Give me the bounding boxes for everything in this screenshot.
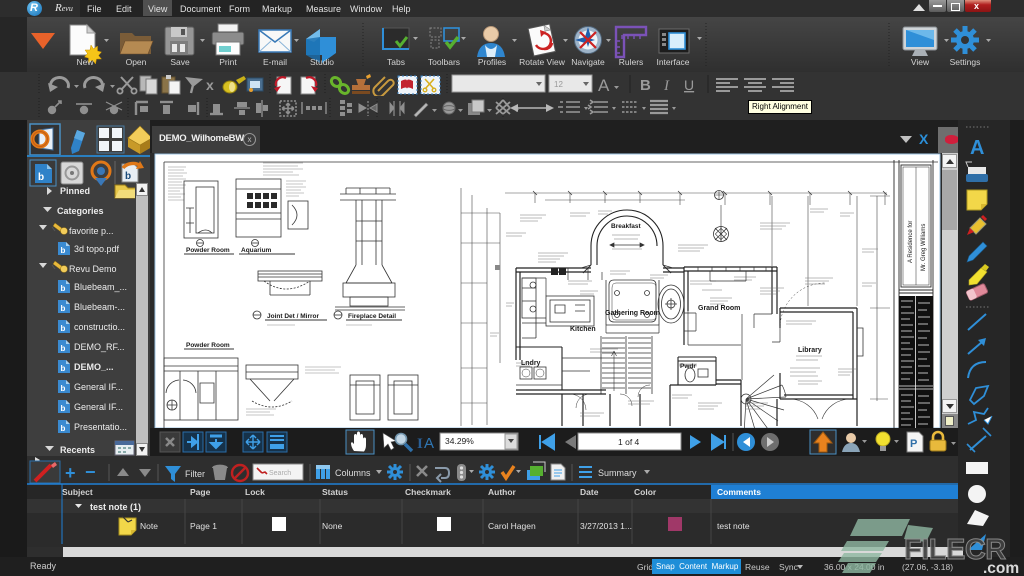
svg-text:b: b [61,384,66,393]
svg-text:A: A [970,137,984,159]
svg-text:Checkmark: Checkmark [405,487,451,497]
svg-text:b: b [38,172,44,183]
svg-text:Tabs: Tabs [387,57,405,67]
svg-text:Filter: Filter [185,469,205,479]
svg-text:U: U [684,77,694,93]
svg-text:Categories: Categories [57,206,104,216]
svg-text:test note (1): test note (1) [90,502,141,512]
svg-text:Rulers: Rulers [619,57,644,67]
svg-text:Subject: Subject [62,487,93,497]
svg-text:General IF...: General IF... [74,402,123,412]
svg-text:Print: Print [219,57,237,67]
svg-text:View: View [911,57,930,67]
svg-text:Mr. Greg Williams: Mr. Greg Williams [921,224,927,271]
svg-text:Color: Color [634,487,657,497]
svg-text:Date: Date [580,487,599,497]
svg-text:Gathering Room: Gathering Room [605,310,660,317]
svg-text:Bluebeam_...: Bluebeam_... [74,282,127,292]
svg-text:Summary: Summary [598,468,637,478]
svg-text:1 of 4: 1 of 4 [618,437,640,447]
svg-text:3d topo.pdf: 3d topo.pdf [74,244,120,254]
svg-text:Save: Save [170,57,190,67]
svg-text:Joint Det / Mirror: Joint Det / Mirror [267,313,319,320]
svg-text:b: b [61,404,66,413]
svg-text:b: b [61,284,66,293]
svg-text:Library: Library [798,347,822,354]
svg-text:b: b [61,324,66,333]
svg-text:b: b [61,344,66,353]
svg-text:Search: Search [269,470,291,477]
svg-text:Aquarium: Aquarium [241,247,272,254]
svg-text:General IF...: General IF... [74,382,123,392]
svg-text:−: − [85,462,96,482]
svg-text:Bluebeam-...: Bluebeam-... [74,302,125,312]
svg-text:test note: test note [717,521,750,531]
svg-text:Page 1: Page 1 [190,521,217,531]
svg-text:Lock: Lock [245,487,265,497]
svg-text:Studio: Studio [310,57,334,67]
svg-text:Profiles: Profiles [478,57,506,67]
svg-text:Status: Status [322,487,348,497]
svg-text:Settings: Settings [950,57,981,67]
svg-text:.com: .com [983,560,1019,576]
svg-text:favorite p...: favorite p... [69,226,114,236]
svg-text:b: b [61,246,66,255]
svg-text:Fireplace Detail: Fireplace Detail [348,313,396,320]
svg-text:3/27/2013 1...: 3/27/2013 1... [580,521,632,531]
svg-text:Page: Page [190,487,211,497]
svg-text:A: A [598,76,610,95]
svg-text:New: New [76,57,94,67]
svg-text:A: A [424,435,434,452]
svg-text:B: B [640,77,651,94]
svg-text:Interface: Interface [656,57,689,67]
svg-text:A Residence for: A Residence for [908,221,914,263]
svg-text:Kitchen: Kitchen [570,326,596,333]
svg-text:Columns: Columns [335,468,371,478]
svg-text:Comments: Comments [717,487,761,497]
svg-text:I: I [417,436,423,452]
svg-text:None: None [322,521,343,531]
svg-text:constructio...: constructio... [74,322,125,332]
svg-text:34.29%: 34.29% [445,436,474,446]
svg-text:b: b [125,171,131,182]
svg-text:Grand Room: Grand Room [698,305,740,312]
svg-text:+: + [65,463,76,483]
svg-text:Note: Note [140,521,158,531]
svg-text:b: b [61,304,66,313]
svg-text:Toolbars: Toolbars [428,57,460,67]
svg-text:Powder Room: Powder Room [186,342,230,349]
svg-text:Rotate View: Rotate View [519,57,566,67]
svg-text:I: I [663,78,670,94]
svg-text:Carol Hagen: Carol Hagen [488,521,536,531]
svg-text:Presentatio...: Presentatio... [74,422,127,432]
svg-text:P: P [910,438,917,450]
svg-text:Open: Open [126,57,147,67]
svg-text:Breakfast: Breakfast [611,223,641,230]
svg-text:Pinned: Pinned [60,186,90,196]
svg-text:DEMO_...: DEMO_... [74,362,114,372]
svg-text:DEMO_RF...: DEMO_RF... [74,342,125,352]
svg-text:Author: Author [488,487,517,497]
svg-text:Recents: Recents [60,445,95,455]
svg-text:E-mail: E-mail [263,57,287,67]
svg-text:12: 12 [554,80,563,89]
svg-text:Navigate: Navigate [571,57,605,67]
svg-text:Revu Demo: Revu Demo [69,264,117,274]
svg-text:b: b [61,364,66,373]
svg-text:b: b [61,424,66,433]
svg-text:x: x [206,77,214,93]
svg-text:Powder Room: Powder Room [186,247,230,254]
